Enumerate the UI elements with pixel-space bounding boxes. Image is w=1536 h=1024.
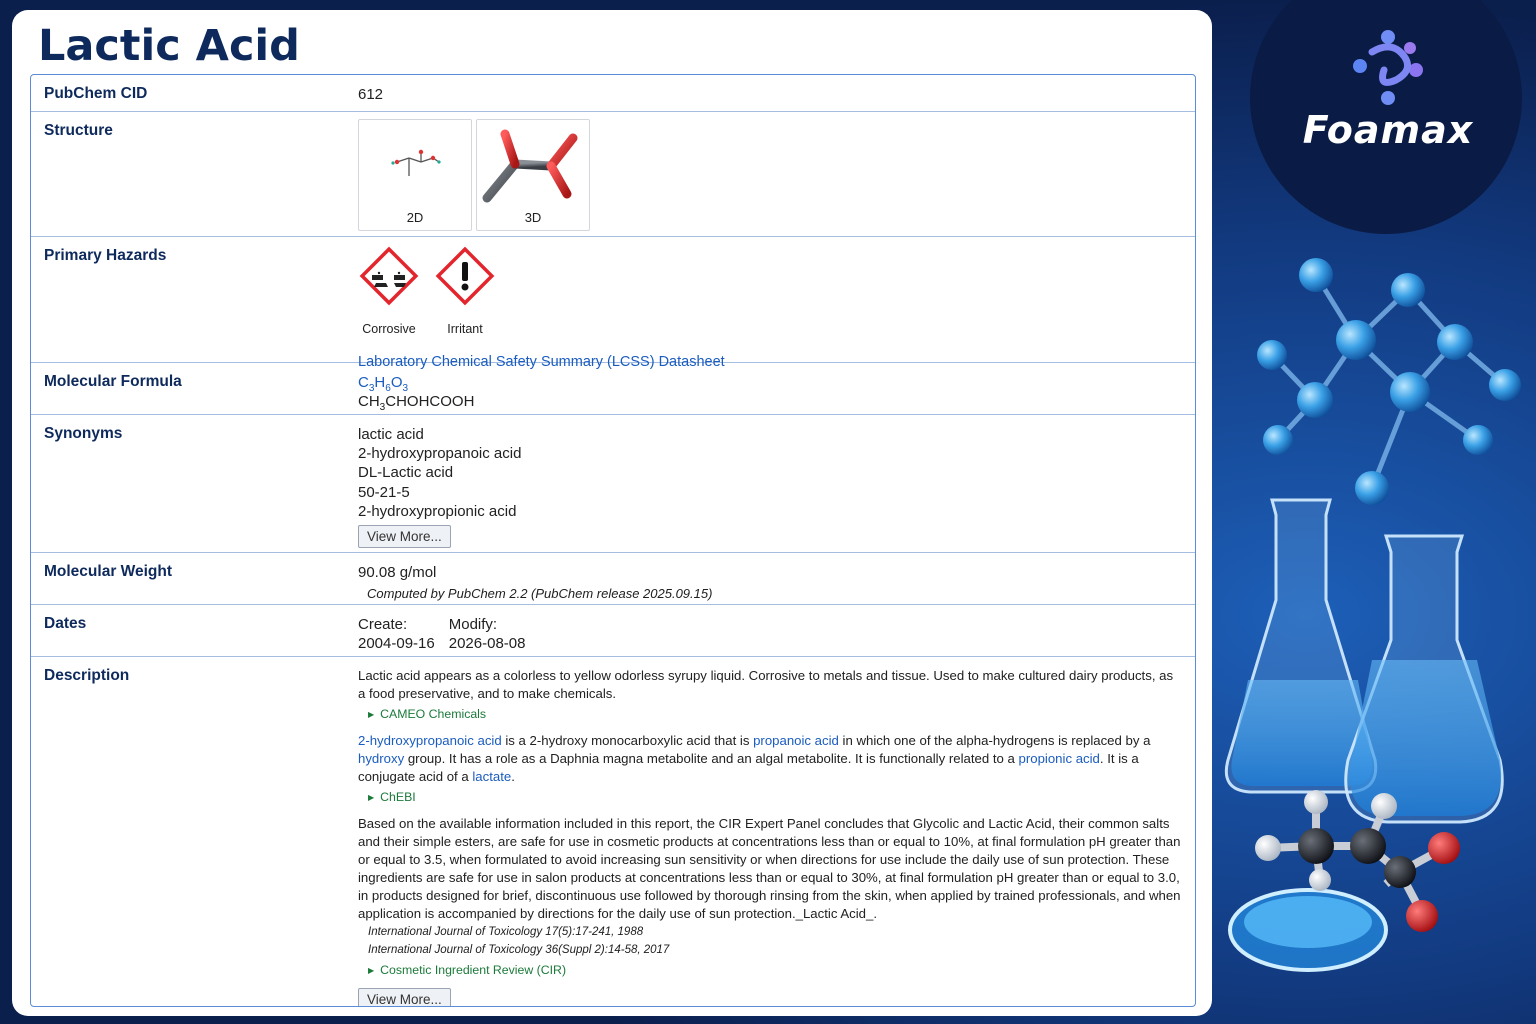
row-label: Molecular Formula bbox=[44, 373, 182, 390]
row-pubchem-cid: PubChem CID 612 bbox=[31, 75, 1195, 112]
hazard-corrosive[interactable]: Corrosive bbox=[358, 245, 420, 339]
source-link-cameo[interactable]: ▶ CAMEO Chemicals bbox=[368, 705, 1183, 724]
description-view-more-button[interactable]: View More... bbox=[358, 988, 451, 1006]
row-label: Structure bbox=[44, 122, 113, 139]
structure-3d-thumbnail[interactable]: 3D bbox=[476, 119, 590, 231]
create-date: 2004-09-16 bbox=[358, 635, 435, 652]
modify-date: 2026-08-08 bbox=[448, 635, 526, 652]
link-hydroxy[interactable]: hydroxy bbox=[358, 751, 404, 766]
list-item: lactic acid bbox=[358, 426, 424, 443]
reference-citation: International Journal of Toxicology 36(S… bbox=[368, 944, 670, 956]
molecular-formula-link[interactable]: C3H6O3 bbox=[358, 373, 1183, 394]
list-item: DL-Lactic acid bbox=[358, 464, 454, 482]
row-label: Synonyms bbox=[44, 425, 123, 442]
expand-triangle-icon: ▶ bbox=[368, 793, 375, 802]
list-item: 2-hydroxypropanoic acid bbox=[358, 445, 522, 463]
brand-wordmark: Foamax bbox=[1302, 108, 1474, 152]
expand-triangle-icon: ▶ bbox=[368, 710, 375, 719]
list-item: 2-hydroxypropionic acid bbox=[358, 502, 517, 520]
create-label: Create: bbox=[358, 616, 408, 633]
row-dates: Dates Create: 2004-09-16 Modify: 2026-08… bbox=[31, 605, 1195, 657]
row-molecular-weight: Molecular Weight 90.08 g/mol Computed by… bbox=[31, 553, 1195, 605]
source-link-cir[interactable]: ▶ Cosmetic Ingredient Review (CIR) bbox=[368, 961, 1183, 980]
structure-3d-caption: 3D bbox=[524, 210, 542, 225]
structure-2d-caption: 2D bbox=[406, 210, 424, 225]
row-primary-hazards: Primary Hazards Corrosive Irritant Labor… bbox=[31, 237, 1195, 370]
compound-summary-panel: Lactic Acid PubChem CID 612 Structure 2D… bbox=[12, 10, 1212, 1016]
link-2-hydroxypropanoic-acid[interactable]: 2-hydroxypropanoic acid bbox=[358, 733, 502, 748]
description-paragraph-1: Lactic acid appears as a colorless to ye… bbox=[358, 668, 1174, 701]
row-description: Description Lactic acid appears as a col… bbox=[31, 657, 1195, 1006]
description-paragraph-3: Based on the available information inclu… bbox=[358, 816, 1181, 921]
reference-citation: International Journal of Toxicology 17(5… bbox=[368, 926, 644, 938]
hazard-irritant[interactable]: Irritant bbox=[434, 245, 496, 339]
source-link-chebi[interactable]: ▶ ChEBI bbox=[368, 788, 1183, 807]
expand-triangle-icon: ▶ bbox=[368, 966, 375, 975]
row-label: PubChem CID bbox=[44, 85, 148, 102]
exclamation-pictogram-icon bbox=[435, 246, 495, 306]
compound-info-table: PubChem CID 612 Structure 2D 3D Primary … bbox=[30, 74, 1196, 1007]
modify-label: Modify: bbox=[448, 616, 498, 633]
synonym-list: lactic acid 2-hydroxypropanoic acid DL-L… bbox=[358, 425, 1183, 521]
row-label: Description bbox=[44, 667, 130, 684]
row-synonyms: Synonyms lactic acid 2-hydroxypropanoic … bbox=[31, 415, 1195, 553]
structure-2d-thumbnail[interactable]: 2D bbox=[358, 119, 472, 231]
page-title: Lactic Acid bbox=[38, 21, 300, 71]
link-lactate[interactable]: lactate bbox=[472, 769, 511, 784]
row-label: Molecular Weight bbox=[44, 563, 173, 580]
description-paragraph-2: 2-hydroxypropanoic acid is a 2-hydroxy m… bbox=[358, 733, 1151, 784]
condensed-formula: CH3CHOHCOOH bbox=[358, 393, 475, 413]
row-structure: Structure 2D 3D bbox=[31, 112, 1195, 237]
row-label: Primary Hazards bbox=[44, 247, 167, 264]
computed-by-note: Computed by PubChem 2.2 (PubChem release… bbox=[367, 586, 713, 601]
row-molecular-formula: Molecular Formula C3H6O3 CH3CHOHCOOH bbox=[31, 363, 1195, 415]
molecular-weight-value: 90.08 g/mol bbox=[358, 564, 437, 581]
row-label: Dates bbox=[44, 615, 87, 632]
hazard-caption: Irritant bbox=[447, 322, 483, 336]
link-propionic-acid[interactable]: propionic acid bbox=[1019, 751, 1100, 766]
hazard-caption: Corrosive bbox=[362, 322, 416, 336]
synonyms-view-more-button[interactable]: View More... bbox=[358, 525, 451, 549]
link-propanoic-acid[interactable]: propanoic acid bbox=[753, 733, 839, 748]
corrosive-pictogram-icon bbox=[359, 246, 419, 306]
pubchem-cid-value: 612 bbox=[358, 86, 384, 103]
list-item: 50-21-5 bbox=[358, 483, 410, 501]
